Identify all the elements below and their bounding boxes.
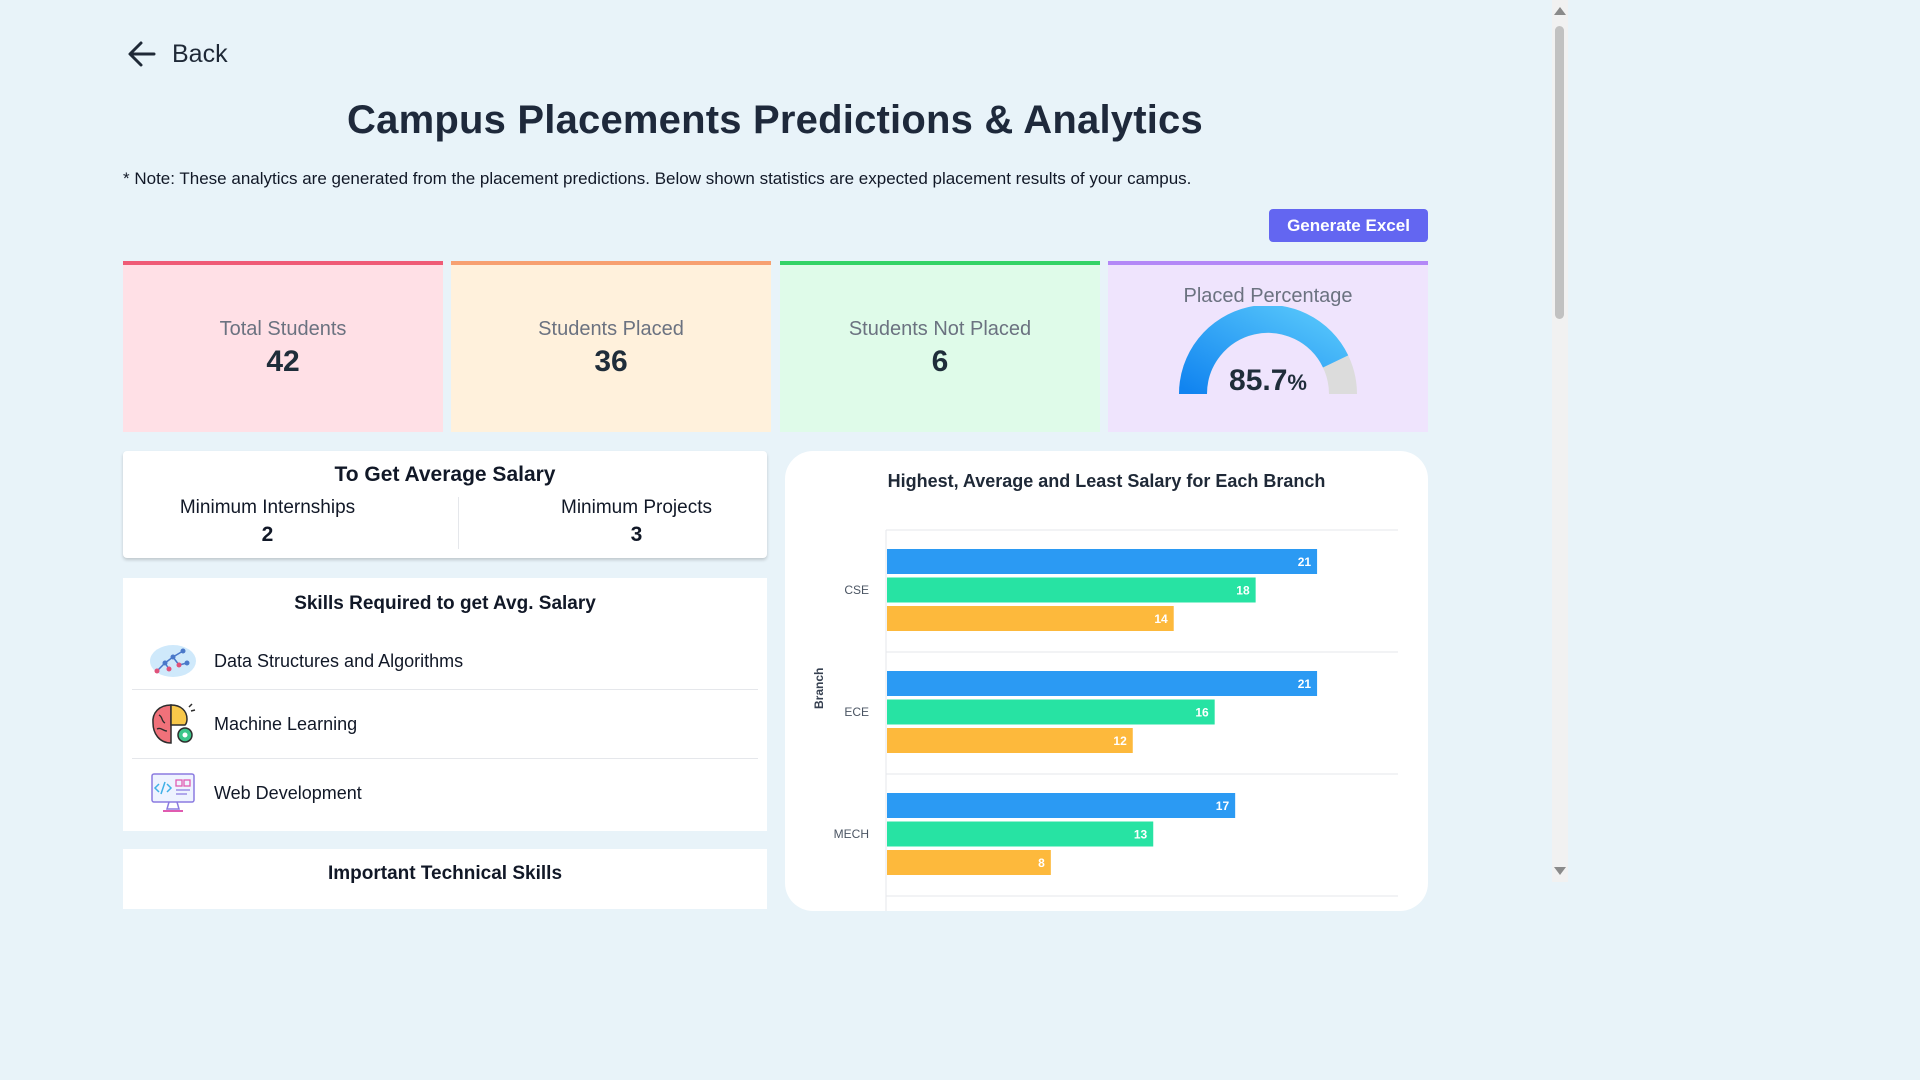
bar (887, 549, 1318, 574)
skills-panel: Skills Required to get Avg. Salary Data … (123, 578, 767, 831)
list-item: Machine Learning (132, 690, 758, 759)
bar-value-label: 13 (1134, 828, 1148, 842)
students-not-placed-card: Students Not Placed 6 (780, 261, 1100, 432)
list-item: Web Development (132, 760, 758, 826)
stat-label: Total Students (219, 318, 347, 340)
monitor-code-icon (148, 770, 198, 816)
scroll-up-icon[interactable] (1554, 7, 1566, 15)
min-internships-value: 2 (261, 523, 274, 546)
panel-heading: To Get Average Salary (334, 463, 556, 486)
bar-value-label: 14 (1154, 612, 1168, 626)
bar-value-label: 21 (1298, 555, 1312, 569)
bar (887, 606, 1174, 631)
percentage-value: 85.7% (1229, 364, 1307, 397)
panel-heading: Skills Required to get Avg. Salary (294, 593, 596, 614)
stat-value: 36 (594, 345, 628, 378)
stat-label: Students Placed (538, 318, 684, 340)
brain-icon (148, 701, 198, 747)
technical-skills-panel: Important Technical Skills (123, 849, 767, 909)
bar-value-label: 18 (1236, 584, 1250, 598)
category-tick-label: MECH (834, 827, 869, 841)
min-projects-label: Minimum Projects (561, 497, 712, 518)
category-tick-label: CSE (844, 583, 869, 597)
average-salary-panel: To Get Average Salary Minimum Internship… (123, 451, 767, 558)
min-projects: Minimum Projects 3 (543, 497, 730, 547)
bar (887, 577, 1256, 603)
percentage-gauge: 85.7% (1178, 306, 1358, 406)
category-tick-label: ECE (844, 705, 869, 719)
arrow-left-icon (128, 41, 156, 67)
min-projects-value: 3 (630, 523, 643, 546)
stat-label: Students Not Placed (848, 318, 1032, 340)
bar (887, 728, 1133, 753)
placed-percentage-card: Placed Percentage 85.7% (1108, 261, 1428, 432)
total-students-card: Total Students 42 (123, 261, 443, 432)
bar-value-label: 17 (1216, 799, 1230, 813)
stat-value: 6 (931, 345, 949, 378)
stat-label: Placed Percentage (1183, 285, 1353, 307)
note-text: * Note: These analytics are generated fr… (123, 169, 1192, 188)
scrollbar-thumb[interactable] (1555, 26, 1564, 319)
salary-bar-chart: CSE 21 18 14 ECE 21 16 12 MECH 17 13 8 (834, 529, 1398, 911)
page-title: Campus Placements Predictions & Analytic… (347, 98, 1203, 142)
skill-name: Data Structures and Algorithms (214, 650, 464, 671)
bar-value-label: 8 (1038, 856, 1045, 870)
bar-value-label: 21 (1298, 677, 1312, 691)
bar (887, 821, 1154, 847)
panel-heading: Important Technical Skills (327, 863, 563, 884)
generate-excel-button[interactable]: Generate Excel (1269, 209, 1428, 242)
dsa-icon (148, 638, 198, 684)
skill-name: Web Development (214, 782, 362, 803)
bar (887, 793, 1236, 818)
divider (458, 497, 459, 549)
min-internships: Minimum Internships 2 (170, 497, 365, 547)
back-button[interactable]: Back (126, 38, 228, 70)
bar-value-label: 16 (1195, 706, 1209, 720)
skill-name: Machine Learning (214, 713, 358, 734)
min-internships-label: Minimum Internships (179, 497, 356, 518)
back-label: Back (172, 39, 228, 68)
bar (887, 699, 1215, 725)
students-placed-card: Students Placed 36 (451, 261, 771, 432)
bar-value-label: 12 (1113, 734, 1127, 748)
salary-chart-panel: Highest, Average and Least Salary for Ea… (785, 451, 1428, 911)
bar (887, 671, 1318, 696)
list-item: Data Structures and Algorithms (132, 633, 758, 690)
stat-value: 42 (266, 345, 300, 378)
scroll-down-icon[interactable] (1554, 867, 1566, 875)
bar (887, 850, 1051, 875)
